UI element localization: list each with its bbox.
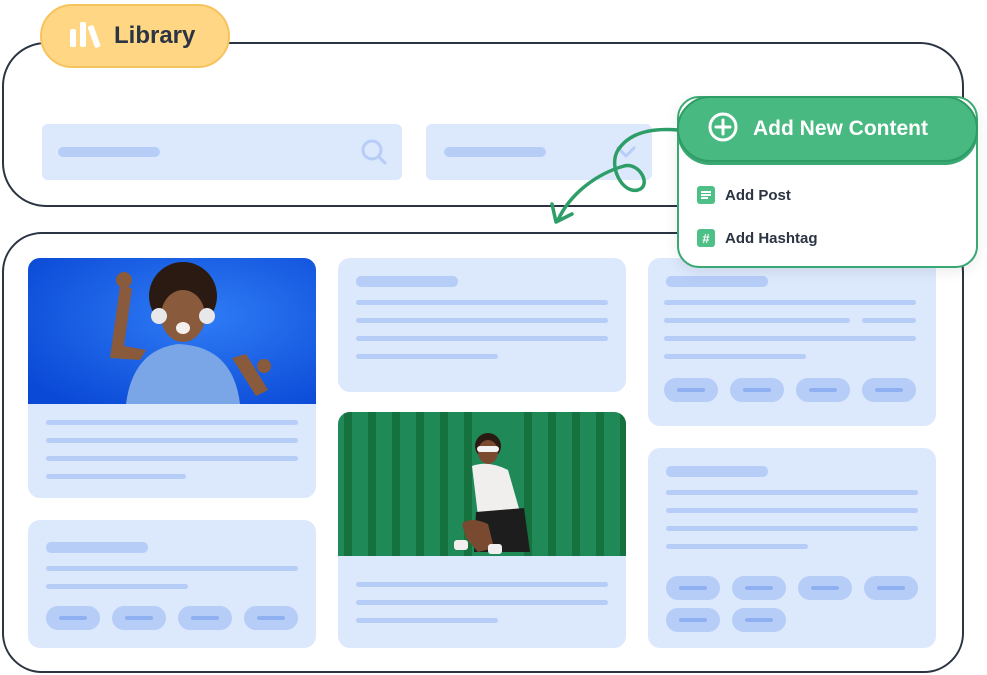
card-text-line (664, 318, 850, 323)
search-icon (360, 138, 388, 171)
tag-chip[interactable] (862, 378, 916, 402)
card-text-line (664, 300, 916, 305)
add-new-content-label: Add New Content (753, 117, 928, 140)
menu-item-label: Add Hashtag (725, 229, 818, 247)
add-content-menu: Add New Content Add Post # Add Hashtag (677, 96, 978, 268)
tag-chip[interactable] (796, 378, 850, 402)
card-text-line (356, 354, 498, 359)
card-text-line (46, 438, 298, 443)
post-icon (697, 186, 715, 204)
library-title: Library (114, 22, 196, 49)
card-text-line (46, 456, 298, 461)
card-text-line (356, 618, 498, 623)
card-text-line (46, 474, 186, 479)
content-card-tags-2[interactable] (648, 258, 936, 426)
card-text-line (46, 566, 298, 571)
card-text-line (666, 544, 808, 549)
tag-chip[interactable] (664, 378, 718, 402)
tag-chip[interactable] (798, 576, 852, 600)
content-card-photo-2[interactable] (338, 412, 626, 648)
card-text-line (356, 582, 608, 587)
dropdown-placeholder (444, 147, 546, 157)
card-text-line (356, 600, 608, 605)
card-title-placeholder (666, 276, 768, 287)
card-title-placeholder (46, 542, 148, 553)
menu-item-label: Add Post (725, 186, 791, 204)
content-card-text-1[interactable] (338, 258, 626, 392)
menu-item-add-post[interactable]: Add Post (697, 186, 791, 204)
tag-chip[interactable] (666, 608, 720, 632)
library-icon (68, 19, 102, 54)
content-card-tags-1[interactable] (28, 520, 316, 648)
tag-chip[interactable] (666, 576, 720, 600)
card-text-line (666, 526, 918, 531)
tag-chip[interactable] (732, 608, 786, 632)
content-card-photo-1[interactable] (28, 258, 316, 498)
tag-chip[interactable] (244, 606, 298, 630)
card-text-line (46, 420, 298, 425)
search-placeholder (58, 147, 160, 157)
photo-woman-crouching (338, 412, 626, 556)
card-text-line (356, 318, 608, 323)
card-text-line (664, 354, 806, 359)
card-title-placeholder (666, 466, 768, 477)
card-text-line (666, 508, 918, 513)
tag-chip[interactable] (864, 576, 918, 600)
tag-chip[interactable] (730, 378, 784, 402)
card-text-line (666, 490, 918, 495)
hashtag-icon: # (697, 229, 715, 247)
card-text-line (46, 584, 188, 589)
tag-chip[interactable] (112, 606, 166, 630)
card-text-line (356, 300, 608, 305)
tag-chip[interactable] (732, 576, 786, 600)
curved-arrow-icon (550, 127, 680, 224)
plus-circle-icon (707, 111, 739, 148)
card-text-line (664, 336, 916, 341)
tag-chip[interactable] (46, 606, 100, 630)
library-badge[interactable]: Library (40, 4, 230, 68)
menu-item-add-hashtag[interactable]: # Add Hashtag (697, 229, 818, 247)
card-title-placeholder (356, 276, 458, 287)
card-text-line (356, 336, 608, 341)
tag-chip[interactable] (178, 606, 232, 630)
search-input[interactable] (42, 124, 402, 180)
add-new-content-button[interactable]: Add New Content (677, 96, 978, 162)
card-text-line (862, 318, 916, 323)
content-card-tags-3[interactable] (648, 448, 936, 648)
photo-woman-dancing (28, 258, 316, 404)
